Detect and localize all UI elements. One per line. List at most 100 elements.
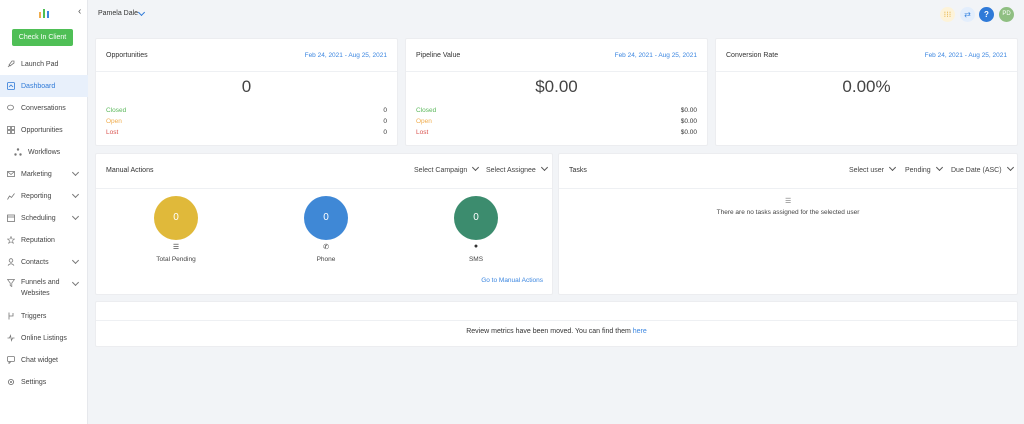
workflow-icon (14, 148, 22, 156)
sidebar-item-opportunities[interactable]: Opportunities (0, 119, 88, 141)
sms-label: SMS (468, 256, 484, 263)
sidebar-item-workflows[interactable]: Workflows (0, 141, 88, 163)
avatar[interactable]: PD (999, 7, 1014, 22)
pulse-icon (7, 334, 15, 342)
open-label: Open (416, 118, 432, 125)
sidebar-item-label: Settings (21, 378, 47, 386)
calendar-icon (7, 214, 15, 222)
closed-value: 0 (383, 107, 387, 114)
sidebar-item-reputation[interactable]: Reputation (0, 229, 88, 251)
open-value: $0.00 (680, 118, 697, 125)
sidebar-item-label: Marketing (21, 170, 52, 178)
dashboard-icon (7, 82, 15, 90)
envelope-icon (7, 171, 15, 177)
sidebar-item-settings[interactable]: Settings (0, 371, 88, 393)
divider (406, 71, 707, 72)
card-title: Conversion Rate (726, 52, 779, 59)
chat-bubbles-icon (7, 104, 14, 111)
empty-list-icon: ☰ (785, 198, 792, 205)
sidebar-item-label: Reputation (21, 236, 55, 244)
sidebar-item-funnels-and-websites[interactable]: Funnels and Websites (0, 273, 88, 305)
sidebar-item-conversations[interactable]: Conversations (0, 97, 88, 119)
sidebar-item-label: Conversations (21, 104, 66, 112)
open-row: Open $0.00 (416, 118, 697, 125)
card-title: Tasks (569, 167, 587, 174)
top-bar: Pamela Dale ⁝⁝⁝ ⇄ ? PD (88, 0, 1024, 30)
sidebar-item-label: Chat widget (21, 356, 58, 364)
help-icon[interactable]: ? (979, 7, 994, 22)
chevron-down-icon[interactable] (71, 212, 80, 221)
sort-dropdown[interactable]: Due Date (ASC) (951, 163, 1014, 174)
status-dropdown[interactable]: Pending (905, 163, 943, 174)
review-notice: Review metrics have been moved. You can … (96, 328, 1017, 335)
sidebar-item-label: Triggers (21, 312, 47, 320)
divider (96, 188, 552, 189)
chevron-down-icon[interactable] (71, 190, 80, 199)
opportunities-total: 0 (241, 77, 252, 96)
chevron-down-icon[interactable] (71, 278, 80, 287)
sidebar-item-online-listings[interactable]: Online Listings (0, 327, 88, 349)
date-range-link[interactable]: Feb 24, 2021 - Aug 25, 2021 (925, 52, 1007, 59)
list-icon: ☰ (172, 244, 180, 251)
sidebar-item-launch-pad[interactable]: Launch Pad (0, 53, 88, 75)
card-title: Pipeline Value (416, 52, 461, 59)
sidebar-item-label: Online Listings (21, 334, 67, 342)
app-logo-icon[interactable] (38, 7, 50, 19)
trigger-icon (8, 312, 14, 320)
lost-value: 0 (383, 129, 387, 136)
sidebar-item-label: Launch Pad (21, 60, 59, 68)
divider (96, 320, 1017, 321)
sidebar-item-dashboard[interactable]: Dashboard (0, 75, 88, 97)
sidebar-item-label: Workflows (28, 148, 61, 156)
select-user-dropdown[interactable]: Select user (849, 163, 897, 174)
dropdown-label: Select Assignee (486, 167, 536, 174)
sidebar-item-contacts[interactable]: Contacts (0, 251, 88, 273)
opportunities-card: Opportunities Feb 24, 2021 - Aug 25, 202… (95, 38, 398, 146)
chevron-down-icon[interactable] (71, 256, 80, 265)
phone-icon: ✆ (323, 244, 329, 251)
collapse-sidebar-icon[interactable]: ‹ (78, 6, 81, 17)
open-label: Open (106, 118, 122, 125)
star-icon (7, 236, 15, 244)
sidebar-item-label: Opportunities (21, 126, 63, 134)
dropdown-label: Select user (849, 167, 885, 174)
review-notice-card: Review metrics have been moved. You can … (95, 301, 1018, 347)
sidebar-item-scheduling[interactable]: Scheduling (0, 207, 88, 229)
user-switcher[interactable]: Pamela Dale (98, 10, 138, 17)
sidebar-item-reporting[interactable]: Reporting (0, 185, 88, 207)
date-range-link[interactable]: Feb 24, 2021 - Aug 25, 2021 (305, 52, 387, 59)
date-range-link[interactable]: Feb 24, 2021 - Aug 25, 2021 (615, 52, 697, 59)
card-title: Opportunities (106, 52, 148, 59)
closed-label: Closed (106, 107, 127, 114)
chevron-down-icon (472, 163, 480, 172)
select-campaign-dropdown[interactable]: Select Campaign (414, 163, 480, 174)
sms-icon: ● (473, 243, 479, 250)
sidebar-item-triggers[interactable]: Triggers (0, 305, 88, 327)
sidebar-nav: Launch Pad Dashboard Conversations Oppor… (0, 53, 88, 393)
sidebar-item-chat-widget[interactable]: Chat widget (0, 349, 88, 371)
phone-circle[interactable]: 0 (304, 196, 348, 240)
apps-grid-icon[interactable]: ⁝⁝⁝ (940, 7, 955, 22)
total-pending-circle[interactable]: 0 (154, 196, 198, 240)
lost-label: Lost (106, 129, 119, 136)
select-assignee-dropdown[interactable]: Select Assignee (486, 163, 548, 174)
manual-actions-card: Manual Actions Select Campaign Select As… (95, 153, 553, 295)
check-in-client-button[interactable]: Check In Client (12, 29, 73, 46)
review-here-link[interactable]: here (633, 328, 647, 335)
switch-account-icon[interactable]: ⇄ (960, 7, 975, 22)
chat-icon (7, 356, 15, 364)
dropdown-label: Due Date (ASC) (951, 167, 1002, 174)
tasks-card: Tasks Select user Pending Due Date (ASC)… (558, 153, 1018, 295)
sms-circle[interactable]: 0 (454, 196, 498, 240)
chevron-down-icon[interactable] (137, 8, 146, 17)
total-pending-label: Total Pending (156, 256, 196, 263)
sidebar-item-marketing[interactable]: Marketing (0, 163, 88, 185)
go-to-manual-actions-link[interactable]: Go to Manual Actions (481, 277, 543, 284)
divider (96, 71, 397, 72)
chevron-down-icon (1006, 163, 1014, 172)
chevron-down-icon[interactable] (71, 168, 80, 177)
chevron-down-icon (888, 163, 897, 172)
phone-label: Phone (316, 256, 336, 263)
conversion-rate-card: Conversion Rate Feb 24, 2021 - Aug 25, 2… (715, 38, 1018, 146)
chevron-down-icon (540, 163, 548, 172)
